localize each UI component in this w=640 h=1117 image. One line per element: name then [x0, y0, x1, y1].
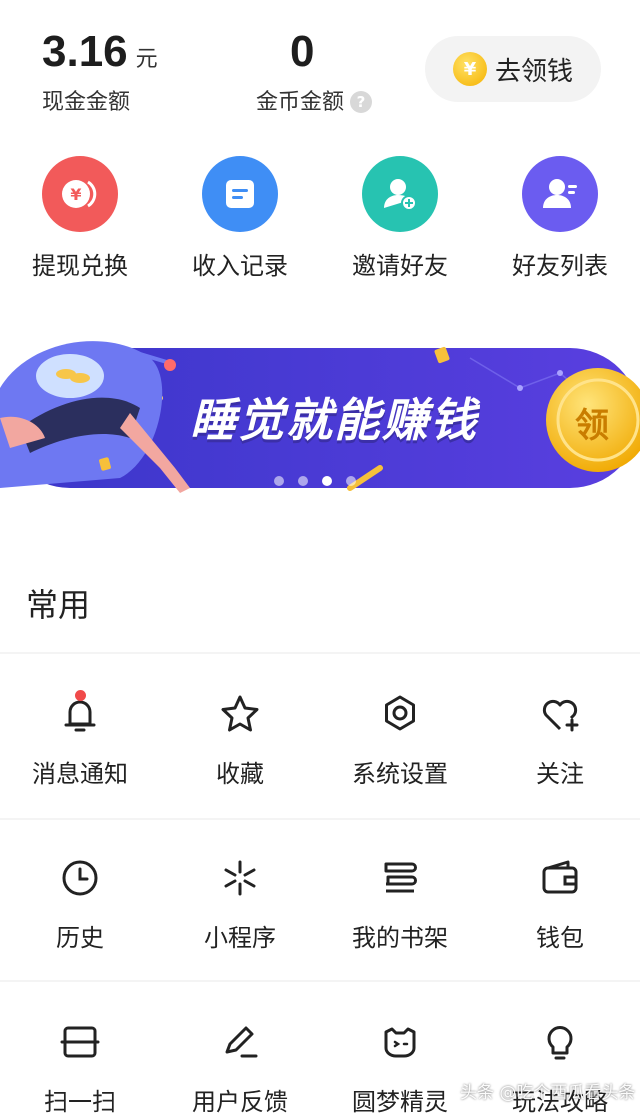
carousel-dot[interactable] — [298, 476, 308, 486]
star-icon — [214, 688, 266, 740]
coin-icon: ¥ — [452, 52, 487, 86]
carousel-dot[interactable] — [346, 476, 356, 486]
carousel-dot[interactable] — [274, 476, 284, 486]
menu-item-label: 扫一扫 — [44, 1088, 116, 1116]
friends-icon — [522, 156, 598, 232]
gear-icon — [374, 688, 426, 740]
svg-text:¥: ¥ — [70, 185, 81, 204]
coin-balance[interactable]: 0 金币金额? — [256, 27, 373, 116]
quick-action-withdraw[interactable]: ¥ 提现兑换 — [0, 156, 160, 281]
carousel-indicator — [274, 476, 356, 486]
clock-icon — [54, 852, 106, 904]
bookshelf-icon — [374, 852, 426, 904]
wallet-icon — [534, 852, 586, 904]
carousel-dot-active[interactable] — [322, 476, 332, 486]
menu-item-label: 用户反馈 — [192, 1088, 288, 1116]
menu-item-settings[interactable]: 系统设置 — [320, 688, 480, 789]
bell-icon — [54, 688, 106, 740]
menu-item-label: 我的书架 — [352, 924, 448, 952]
banner-coin-label: 领 — [575, 406, 609, 446]
coin-value: 0 — [290, 27, 315, 76]
withdraw-icon: ¥ — [42, 156, 118, 232]
menu-item-label: 历史 — [56, 924, 104, 952]
menu-item-following[interactable]: 关注 — [480, 688, 640, 789]
menu-item-favorites[interactable]: 收藏 — [160, 688, 320, 789]
divider — [0, 652, 640, 654]
menu-item-label: 关注 — [536, 760, 584, 788]
scan-icon — [54, 1016, 106, 1068]
quick-action-label: 好友列表 — [512, 252, 608, 280]
menu-item-label: 圆梦精灵 — [352, 1088, 448, 1116]
mini-program-icon — [214, 852, 266, 904]
invite-icon — [362, 156, 438, 232]
menu-item-notifications[interactable]: 消息通知 — [0, 688, 160, 789]
help-icon[interactable]: ? — [350, 91, 373, 113]
cash-unit: 元 — [135, 47, 158, 72]
watermark: 头条 @吃个西瓜看头条 — [460, 1083, 636, 1103]
record-icon — [202, 156, 278, 232]
lightbulb-icon — [534, 1016, 586, 1068]
banner-title: 睡觉就能赚钱 — [190, 393, 478, 447]
common-row: 消息通知 收藏 系统设置 关注 — [0, 688, 640, 789]
feedback-icon — [214, 1016, 266, 1068]
menu-item-label: 收藏 — [216, 760, 264, 788]
cash-value: 3.16 — [42, 27, 128, 76]
menu-item-mini-programs[interactable]: 小程序 — [160, 852, 320, 953]
menu-item-wallet[interactable]: 钱包 — [480, 852, 640, 953]
quick-actions: ¥ 提现兑换 收入记录 邀请好友 好友列表 — [0, 156, 640, 281]
quick-action-label: 收入记录 — [192, 252, 288, 280]
quick-action-friends-list[interactable]: 好友列表 — [480, 156, 640, 281]
menu-item-label: 小程序 — [204, 924, 276, 952]
coin-label: 金币金额 — [256, 90, 345, 115]
unread-dot — [75, 690, 86, 701]
quick-action-label: 提现兑换 — [32, 252, 128, 280]
claim-money-button[interactable]: ¥ 去领钱 — [425, 36, 601, 102]
common-row: 历史 小程序 我的书架 钱包 — [0, 852, 640, 953]
cash-balance[interactable]: 3.16 元 现金金额 — [42, 28, 158, 116]
claim-money-label: 去领钱 — [494, 56, 573, 87]
menu-item-history[interactable]: 历史 — [0, 852, 160, 953]
spirit-icon — [374, 1016, 426, 1068]
quick-action-income-record[interactable]: 收入记录 — [160, 156, 320, 281]
section-title-common: 常用 — [26, 586, 91, 624]
divider — [0, 818, 640, 820]
heart-plus-icon — [534, 688, 586, 740]
quick-action-label: 邀请好友 — [352, 252, 448, 280]
menu-item-feedback[interactable]: 用户反馈 — [160, 1016, 320, 1117]
divider — [0, 980, 640, 982]
menu-item-dream-spirit[interactable]: 圆梦精灵 — [320, 1016, 480, 1117]
quick-action-invite[interactable]: 邀请好友 — [320, 156, 480, 281]
menu-item-label: 钱包 — [536, 924, 584, 952]
menu-item-scan[interactable]: 扫一扫 — [0, 1016, 160, 1117]
menu-item-label: 消息通知 — [32, 760, 128, 788]
menu-item-bookshelf[interactable]: 我的书架 — [320, 852, 480, 953]
menu-item-label: 系统设置 — [352, 760, 448, 788]
cash-label: 现金金额 — [42, 90, 131, 115]
